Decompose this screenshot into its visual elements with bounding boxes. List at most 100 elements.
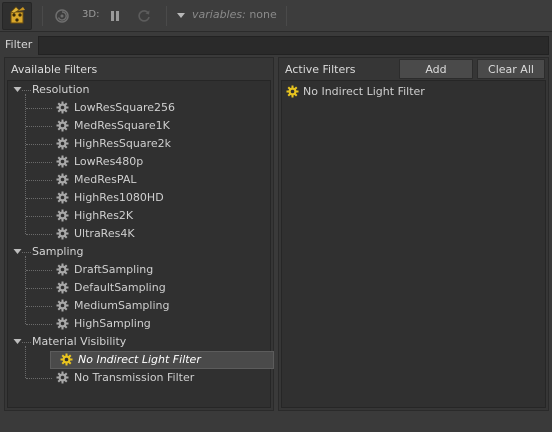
active-filters-panel: Active Filters Add Clear All No Indirect… [278, 57, 549, 411]
swirl-icon [55, 9, 69, 23]
filter-tree-item-label: HighSampling [74, 317, 151, 330]
active-filters-list[interactable]: No Indirect Light Filter [281, 80, 546, 408]
expand-arrow-icon[interactable] [13, 85, 22, 94]
active-filter-item[interactable]: No Indirect Light Filter [282, 83, 545, 101]
filter-tree-item-label: LowResSquare256 [74, 101, 176, 114]
refresh-icon [138, 10, 150, 22]
gear-icon [56, 371, 69, 384]
tree-connector [26, 378, 52, 379]
filter-tree-item[interactable]: HighSampling [8, 315, 270, 333]
gear-icon [56, 299, 69, 312]
toolbar-separator [42, 6, 43, 26]
filter-tree-item[interactable]: No Indirect Light Filter [50, 351, 274, 369]
filter-tree-item[interactable]: No Transmission Filter [8, 369, 270, 387]
variables-dropdown-arrow[interactable] [175, 6, 187, 26]
gear-icon [56, 101, 69, 114]
refresh-button[interactable] [134, 6, 154, 26]
filter-row: Filter [0, 33, 552, 57]
expand-arrow-icon[interactable] [13, 337, 22, 346]
filter-tree-item-label: No Indirect Light Filter [78, 353, 201, 366]
pause-icon [111, 11, 119, 21]
tree-connector [26, 234, 52, 235]
filter-tree-item[interactable]: LowResSquare256 [8, 99, 270, 117]
tree-category-label: Material Visibility [32, 335, 127, 348]
available-filters-tree[interactable]: Resolution LowResSquare256 MedResSquare1K H… [7, 80, 274, 408]
camera-film-button[interactable] [2, 2, 32, 30]
gear-icon [60, 353, 73, 366]
tree-connector [26, 198, 52, 199]
available-filters-title: Available Filters [11, 63, 98, 76]
tree-connector [22, 252, 31, 253]
tree-connector [26, 324, 52, 325]
gear-icon [56, 173, 69, 186]
filter-tree-item-label: LowRes480p [74, 155, 144, 168]
filter-tree-item[interactable]: HighRes1080HD [8, 189, 270, 207]
tree-connector [26, 126, 52, 127]
filter-tree-item-label: DefaultSampling [74, 281, 166, 294]
tree-category[interactable]: Resolution [8, 81, 270, 99]
active-filter-item-label: No Indirect Light Filter [303, 85, 425, 98]
pause-button[interactable] [106, 6, 124, 26]
filter-tree-item-label: UltraRes4K [74, 227, 135, 240]
gear-icon [56, 137, 69, 150]
expand-arrow-icon[interactable] [13, 247, 22, 256]
tree-category-label: Resolution [32, 83, 90, 96]
filter-tree-item-label: MediumSampling [74, 299, 170, 312]
gear-icon [56, 227, 69, 240]
label-3d: 3D: [82, 9, 100, 20]
active-filters-title: Active Filters [285, 63, 356, 76]
swirl-button[interactable] [52, 6, 72, 26]
tree-connector [26, 270, 52, 271]
gear-icon [56, 155, 69, 168]
filter-label: Filter [5, 38, 33, 51]
gear-icon [56, 263, 69, 276]
filter-tree-item[interactable]: HighRes2K [8, 207, 270, 225]
filter-tree-item-label: MedResPAL [74, 173, 137, 186]
filter-tree-item-label: HighRes1080HD [74, 191, 164, 204]
variables-value: none [249, 8, 277, 21]
tree-connector [22, 342, 31, 343]
filter-tree-item[interactable]: MedResPAL [8, 171, 270, 189]
filter-tree-item-label: HighRes2K [74, 209, 134, 222]
filter-tree-item[interactable]: DraftSampling [8, 261, 270, 279]
dropdown-arrow-icon [177, 13, 185, 18]
filter-tree-item[interactable]: LowRes480p [8, 153, 270, 171]
filter-tree-item[interactable]: MedResSquare1K [8, 117, 270, 135]
tree-connector [26, 306, 52, 307]
filter-input[interactable] [38, 36, 549, 55]
toolbar-separator [166, 6, 167, 26]
filter-tree-item-label: MedResSquare1K [74, 119, 170, 132]
tree-connector [26, 108, 52, 109]
filter-tree-item[interactable]: DefaultSampling [8, 279, 270, 297]
variables-selector[interactable]: variables: none [192, 8, 277, 21]
tree-category-label: Sampling [32, 245, 84, 258]
variables-label: variables: [192, 8, 246, 21]
add-button[interactable]: Add [399, 59, 473, 79]
tree-connector [26, 162, 52, 163]
toolbar: 3D: variables: none [0, 0, 552, 32]
available-filters-panel: Available Filters Resolution LowResSquare… [4, 57, 274, 411]
tree-category[interactable]: Material Visibility [8, 333, 270, 351]
gear-icon [56, 191, 69, 204]
tree-connector [26, 216, 52, 217]
camera-film-icon [10, 6, 25, 24]
tree-connector [26, 144, 52, 145]
gear-icon [56, 281, 69, 294]
filter-tree-item[interactable]: MediumSampling [8, 297, 270, 315]
filter-tree-item[interactable]: UltraRes4K [8, 225, 270, 243]
tree-connector [26, 180, 52, 181]
filter-tree-item[interactable]: HighResSquare2k [8, 135, 270, 153]
gear-icon [56, 317, 69, 330]
gear-icon [286, 85, 299, 98]
gear-icon [56, 209, 69, 222]
tree-category[interactable]: Sampling [8, 243, 270, 261]
clear-all-button[interactable]: Clear All [477, 59, 545, 79]
status-strip [0, 413, 552, 432]
tree-connector [26, 288, 52, 289]
filter-tree-item-label: No Transmission Filter [74, 371, 195, 384]
tree-connector [22, 90, 31, 91]
gear-icon [56, 119, 69, 132]
filter-tree-item-label: DraftSampling [74, 263, 154, 276]
filter-tree-item-label: HighResSquare2k [74, 137, 172, 150]
toolbar-separator [286, 6, 287, 26]
